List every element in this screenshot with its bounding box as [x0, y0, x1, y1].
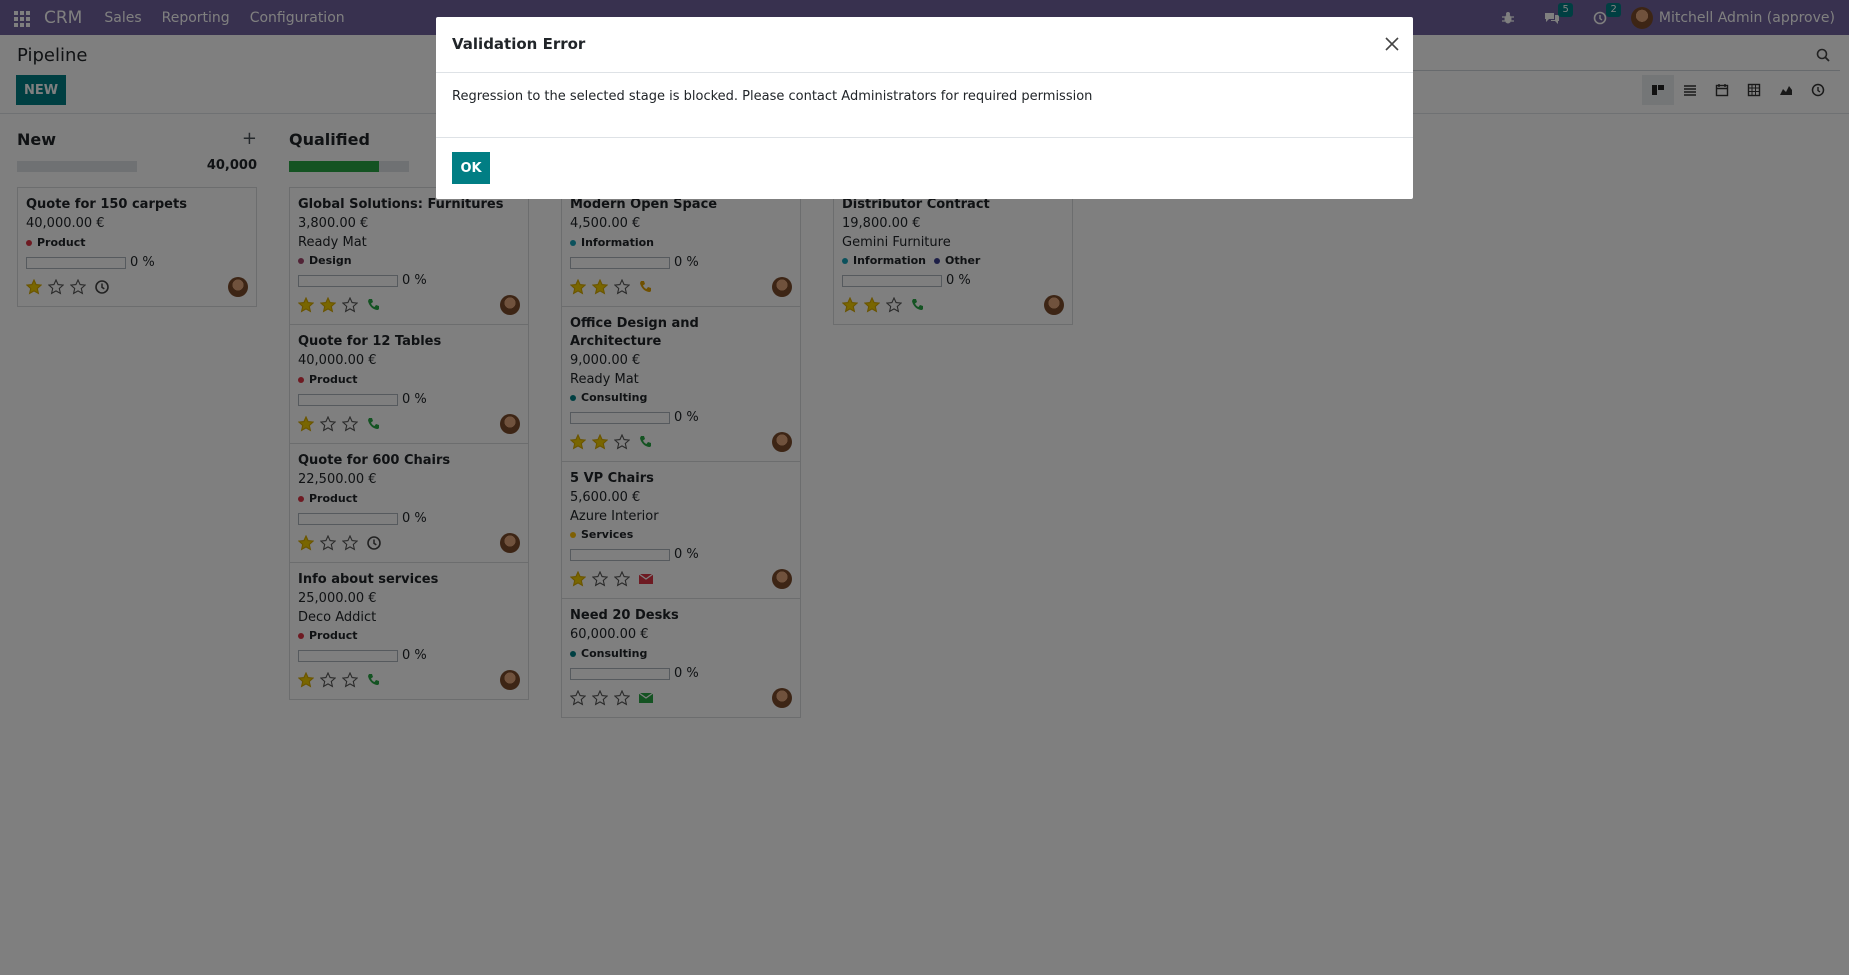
ok-button[interactable]: OK — [452, 152, 490, 184]
close-icon[interactable] — [1383, 35, 1401, 53]
modal-title: Validation Error — [452, 35, 586, 53]
modal-message: Regression to the selected stage is bloc… — [452, 89, 1093, 104]
modal-footer: OK — [436, 137, 1413, 199]
validation-error-dialog: Validation Error Regression to the selec… — [436, 17, 1413, 199]
modal-header: Validation Error — [436, 17, 1413, 73]
